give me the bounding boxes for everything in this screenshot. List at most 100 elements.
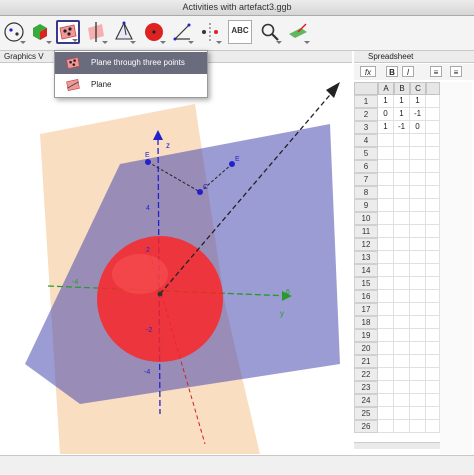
rotate-view-tool-button[interactable] — [286, 20, 310, 44]
spreadsheet-cell[interactable] — [426, 134, 440, 147]
spreadsheet-cell[interactable] — [394, 368, 410, 381]
spreadsheet-cell[interactable] — [426, 407, 440, 420]
spreadsheet-cell[interactable] — [378, 420, 394, 433]
spreadsheet-cell[interactable] — [426, 394, 440, 407]
spreadsheet-cell[interactable] — [410, 173, 426, 186]
spreadsheet-cell[interactable] — [394, 199, 410, 212]
spreadsheet-cell[interactable] — [410, 147, 426, 160]
spreadsheet-cell[interactable] — [378, 251, 394, 264]
row-header[interactable]: 3 — [354, 121, 378, 134]
menu-item-plane[interactable]: Plane — [55, 74, 207, 96]
spreadsheet-cell[interactable] — [426, 264, 440, 277]
row-header[interactable]: 4 — [354, 134, 378, 147]
row-header[interactable]: 7 — [354, 173, 378, 186]
spreadsheet-cell[interactable] — [378, 368, 394, 381]
spreadsheet-cell[interactable] — [410, 407, 426, 420]
spreadsheet-cell[interactable] — [378, 407, 394, 420]
angle-tool-button[interactable] — [170, 20, 194, 44]
zoom-tool-button[interactable] — [258, 20, 282, 44]
spreadsheet-cell[interactable] — [394, 238, 410, 251]
spreadsheet-cell[interactable] — [378, 186, 394, 199]
spreadsheet-cell[interactable] — [410, 186, 426, 199]
row-header[interactable]: 20 — [354, 342, 378, 355]
graphics-3d-view[interactable]: z y 4 2 -2 -4 -4 6 E E C — [0, 64, 352, 454]
spreadsheet-cell[interactable] — [394, 264, 410, 277]
spreadsheet-cell[interactable] — [410, 251, 426, 264]
column-header-a[interactable]: A — [378, 82, 394, 95]
spreadsheet-cell[interactable] — [394, 186, 410, 199]
spreadsheet-cell[interactable] — [394, 173, 410, 186]
row-header[interactable]: 22 — [354, 368, 378, 381]
spreadsheet-cell[interactable] — [394, 160, 410, 173]
spreadsheet-cell[interactable] — [378, 394, 394, 407]
spreadsheet-cell[interactable] — [394, 147, 410, 160]
spreadsheet-cell[interactable] — [426, 316, 440, 329]
spreadsheet-cell[interactable] — [394, 277, 410, 290]
spreadsheet-cell[interactable] — [410, 264, 426, 277]
spreadsheet-cell[interactable] — [426, 329, 440, 342]
row-header[interactable]: 21 — [354, 355, 378, 368]
spreadsheet-cell[interactable] — [426, 186, 440, 199]
row-header[interactable]: 1 — [354, 95, 378, 108]
spreadsheet-cell[interactable] — [426, 199, 440, 212]
menu-item-plane-three-points[interactable]: Plane through three points — [55, 52, 207, 74]
row-header[interactable]: 26 — [354, 420, 378, 433]
sphere[interactable] — [97, 236, 223, 362]
spreadsheet-cell[interactable]: 1 — [378, 95, 394, 108]
spreadsheet-cell[interactable] — [410, 394, 426, 407]
spreadsheet-cell[interactable]: 1 — [394, 95, 410, 108]
spreadsheet-cell[interactable] — [426, 238, 440, 251]
spreadsheet-cell[interactable] — [410, 381, 426, 394]
italic-button[interactable]: I — [402, 66, 414, 77]
point-e1[interactable] — [145, 159, 151, 165]
row-header[interactable]: 2 — [354, 108, 378, 121]
spreadsheet-cell[interactable] — [426, 290, 440, 303]
spreadsheet-cell[interactable] — [426, 355, 440, 368]
row-header[interactable]: 11 — [354, 225, 378, 238]
spreadsheet-cell[interactable] — [410, 368, 426, 381]
spreadsheet-cell[interactable] — [426, 160, 440, 173]
spreadsheet-cell[interactable] — [426, 251, 440, 264]
spreadsheet-cell[interactable] — [426, 173, 440, 186]
spreadsheet-cell[interactable] — [426, 212, 440, 225]
pyramid-tool-button[interactable] — [112, 20, 136, 44]
center-point[interactable] — [157, 291, 163, 297]
spreadsheet-cell[interactable] — [410, 316, 426, 329]
align-center-button[interactable]: ≡ — [450, 66, 462, 77]
row-header[interactable]: 25 — [354, 407, 378, 420]
row-header[interactable]: 15 — [354, 277, 378, 290]
row-header[interactable]: 12 — [354, 238, 378, 251]
fx-button[interactable]: fx — [360, 66, 376, 77]
spreadsheet-cell[interactable] — [394, 316, 410, 329]
spreadsheet-cell[interactable] — [410, 199, 426, 212]
align-left-button[interactable]: ≡ — [430, 66, 442, 77]
spreadsheet-cell[interactable] — [410, 160, 426, 173]
row-header[interactable]: 17 — [354, 303, 378, 316]
spreadsheet-cell[interactable] — [410, 355, 426, 368]
spreadsheet-cell[interactable] — [426, 121, 440, 134]
spreadsheet-cell[interactable] — [410, 212, 426, 225]
plane-three-points-tool-button[interactable] — [56, 20, 80, 44]
spreadsheet-cell[interactable] — [378, 225, 394, 238]
spreadsheet-cell[interactable] — [410, 238, 426, 251]
column-header-b[interactable]: B — [394, 82, 410, 95]
spreadsheet-cell[interactable] — [378, 199, 394, 212]
spreadsheet-cell[interactable]: 1 — [394, 108, 410, 121]
spreadsheet-cell[interactable] — [378, 212, 394, 225]
bold-button[interactable]: B — [386, 66, 398, 77]
spreadsheet-cell[interactable] — [378, 173, 394, 186]
spreadsheet-cell[interactable]: 1 — [410, 95, 426, 108]
spreadsheet-cell[interactable]: -1 — [410, 108, 426, 121]
spreadsheet-cell[interactable] — [410, 290, 426, 303]
spreadsheet-cell[interactable] — [394, 342, 410, 355]
spreadsheet-cell[interactable] — [410, 303, 426, 316]
spreadsheet-cell[interactable] — [378, 355, 394, 368]
row-header[interactable]: 16 — [354, 290, 378, 303]
spreadsheet-cell[interactable] — [378, 316, 394, 329]
spreadsheet-cell[interactable] — [394, 303, 410, 316]
spreadsheet-cell[interactable] — [394, 381, 410, 394]
spreadsheet-cell[interactable]: 0 — [378, 108, 394, 121]
spreadsheet-cell[interactable] — [378, 160, 394, 173]
sphere-tool-button[interactable] — [142, 20, 166, 44]
spreadsheet-cell[interactable]: 0 — [410, 121, 426, 134]
